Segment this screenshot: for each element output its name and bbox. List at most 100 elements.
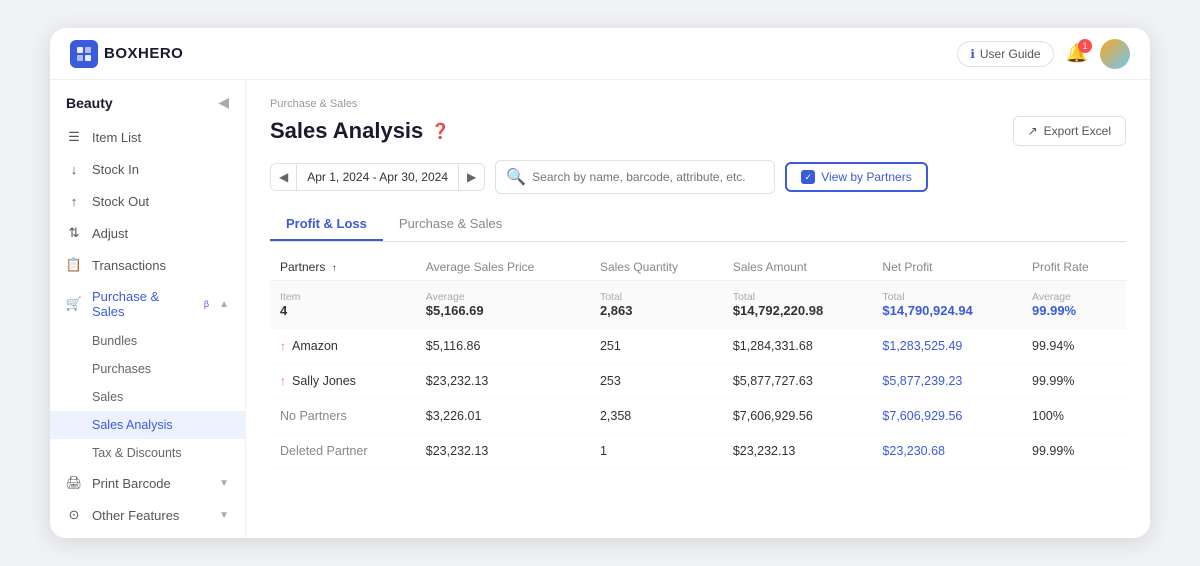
tab-profit-loss[interactable]: Profit & Loss	[270, 208, 383, 241]
print-barcode-expand-arrow: ▼	[219, 478, 229, 489]
table-row: Deleted Partner $23,232.13 1 $23,232.13 …	[270, 434, 1126, 469]
col-header-avg-price: Average Sales Price	[416, 254, 590, 281]
user-guide-button[interactable]: ℹ User Guide	[957, 41, 1053, 67]
other-features-expand-arrow: ▼	[219, 510, 229, 521]
summary-profit-cell: Total $14,790,924.94	[872, 281, 1022, 329]
main-layout: Beauty ◀ ☰ Item List ↓ Stock In ↑ Stock …	[50, 80, 1150, 538]
table-row: No Partners $3,226.01 2,358 $7,606,929.5…	[270, 399, 1126, 434]
beta-badge: β	[204, 299, 209, 309]
date-picker-group: ◀ Apr 1, 2024 - Apr 30, 2024 ▶	[270, 163, 485, 191]
nav-right: ℹ User Guide 🔔 1	[957, 39, 1130, 69]
item-list-label: Item List	[92, 130, 141, 145]
other-features-label: Other Features	[92, 508, 179, 523]
export-label: Export Excel	[1044, 124, 1111, 138]
table-row: ↑ Sally Jones $23,232.13 253 $5,877,727.…	[270, 364, 1126, 399]
search-input[interactable]	[532, 170, 764, 184]
col-header-amount: Sales Amount	[723, 254, 873, 281]
notification-icon[interactable]: 🔔 1	[1066, 43, 1088, 64]
print-barcode-icon: 🖨	[66, 475, 82, 491]
sidebar-item-print-barcode[interactable]: 🖨 Print Barcode ▼	[50, 467, 245, 499]
partner-name-cell-sally: ↑ Sally Jones	[270, 364, 416, 399]
notif-badge: 1	[1078, 39, 1092, 53]
purchase-sales-submenu: Bundles Purchases Sales Sales Analysis T…	[50, 327, 245, 467]
col-header-net-profit: Net Profit	[872, 254, 1022, 281]
tabs-row: Profit & Loss Purchase & Sales	[270, 208, 1126, 242]
logo-icon	[70, 40, 98, 68]
col-header-partners[interactable]: Partners ↑	[270, 254, 416, 281]
net-profit-link-deleted[interactable]: $23,230.68	[882, 444, 945, 458]
sidebar-item-stock-in[interactable]: ↓ Stock In	[50, 153, 245, 185]
filter-row: ◀ Apr 1, 2024 - Apr 30, 2024 ▶ 🔍 ✓ View …	[270, 160, 1126, 194]
export-icon: ↗	[1028, 124, 1038, 138]
partner-name-cell-amazon: ↑ Amazon	[270, 329, 416, 364]
content-area: Purchase & Sales Sales Analysis ❓ ↗ Expo…	[246, 80, 1150, 538]
sidebar-sub-tax-discounts[interactable]: Tax & Discounts	[50, 439, 245, 467]
sidebar: Beauty ◀ ☰ Item List ↓ Stock In ↑ Stock …	[50, 80, 246, 538]
view-by-partners-toggle[interactable]: ✓ View by Partners	[785, 162, 928, 192]
sidebar-sub-bundles[interactable]: Bundles	[50, 327, 245, 355]
logo: BOXHERO	[70, 40, 183, 68]
trend-up-icon: ↑	[280, 339, 286, 353]
summary-items-cell: Item 4	[270, 281, 416, 329]
transactions-label: Transactions	[92, 258, 166, 273]
summary-row: Item 4 Average $5,166.69 Total 2,863 T	[270, 281, 1126, 329]
stock-out-label: Stock Out	[92, 194, 149, 209]
breadcrumb: Purchase & Sales	[270, 98, 1126, 110]
sidebar-collapse-button[interactable]: ◀	[218, 94, 229, 111]
checkbox-checked-icon: ✓	[801, 170, 815, 184]
sidebar-header: Beauty ◀	[50, 80, 245, 121]
col-header-profit-rate: Profit Rate	[1022, 254, 1126, 281]
adjust-label: Adjust	[92, 226, 128, 241]
data-table: Partners ↑ Average Sales Price Sales Qua…	[270, 254, 1126, 469]
net-profit-link-no-partners[interactable]: $7,606,929.56	[882, 409, 962, 423]
sidebar-sub-purchases[interactable]: Purchases	[50, 355, 245, 383]
logo-text: BOXHERO	[104, 45, 183, 62]
partner-name-cell-deleted: Deleted Partner	[270, 434, 416, 469]
app-container: BOXHERO ℹ User Guide 🔔 1 Beauty ◀ ☰ Item…	[50, 28, 1150, 538]
purchase-sales-icon: 🛒	[66, 296, 82, 312]
info-icon: ℹ	[970, 47, 975, 61]
user-guide-label: User Guide	[980, 47, 1041, 61]
transactions-icon: 📋	[66, 257, 82, 273]
partner-name-cell-no-partners: No Partners	[270, 399, 416, 434]
date-next-button[interactable]: ▶	[459, 164, 484, 190]
sidebar-item-reports[interactable]: 📊 Reports ▼	[50, 531, 245, 538]
purchase-sales-label: Purchase & Sales	[92, 289, 190, 319]
sidebar-item-transactions[interactable]: 📋 Transactions	[50, 249, 245, 281]
help-icon[interactable]: ❓	[431, 122, 450, 140]
export-excel-button[interactable]: ↗ Export Excel	[1013, 116, 1126, 146]
avatar[interactable]	[1100, 39, 1130, 69]
sidebar-item-adjust[interactable]: ⇅ Adjust	[50, 217, 245, 249]
col-header-qty: Sales Quantity	[590, 254, 723, 281]
sidebar-sub-sales[interactable]: Sales	[50, 383, 245, 411]
view-by-partners-label: View by Partners	[821, 170, 912, 184]
tab-purchase-sales[interactable]: Purchase & Sales	[383, 208, 518, 241]
print-barcode-label: Print Barcode	[92, 476, 171, 491]
trend-up-icon: ↑	[280, 374, 286, 388]
purchase-sales-expand-arrow: ▲	[219, 299, 229, 310]
date-prev-button[interactable]: ◀	[271, 164, 296, 190]
summary-amount-cell: Total $14,792,220.98	[723, 281, 873, 329]
table-row: ↑ Amazon $5,116.86 251 $1,284,331.68 $1,…	[270, 329, 1126, 364]
net-profit-link-amazon[interactable]: $1,283,525.49	[882, 339, 962, 353]
page-title-row: Sales Analysis ❓	[270, 118, 450, 144]
item-list-icon: ☰	[66, 129, 82, 145]
summary-avg-cell: Average $5,166.69	[416, 281, 590, 329]
sidebar-workspace-title: Beauty	[66, 95, 113, 111]
adjust-icon: ⇅	[66, 225, 82, 241]
sort-arrow-icon: ↑	[332, 263, 337, 274]
sidebar-item-item-list[interactable]: ☰ Item List	[50, 121, 245, 153]
sidebar-sub-sales-analysis[interactable]: Sales Analysis	[50, 411, 245, 439]
summary-qty-cell: Total 2,863	[590, 281, 723, 329]
date-range-display[interactable]: Apr 1, 2024 - Apr 30, 2024	[296, 164, 459, 190]
stock-in-label: Stock In	[92, 162, 139, 177]
sidebar-item-other-features[interactable]: ⊙ Other Features ▼	[50, 499, 245, 531]
net-profit-link-sally[interactable]: $5,877,239.23	[882, 374, 962, 388]
summary-rate-cell: Average 99.99%	[1022, 281, 1126, 329]
sidebar-item-stock-out[interactable]: ↑ Stock Out	[50, 185, 245, 217]
search-icon: 🔍	[506, 167, 526, 187]
page-title: Sales Analysis	[270, 118, 423, 144]
sidebar-item-purchase-sales[interactable]: 🛒 Purchase & Sales β ▲	[50, 281, 245, 327]
other-features-icon: ⊙	[66, 507, 82, 523]
stock-out-icon: ↑	[66, 193, 82, 209]
